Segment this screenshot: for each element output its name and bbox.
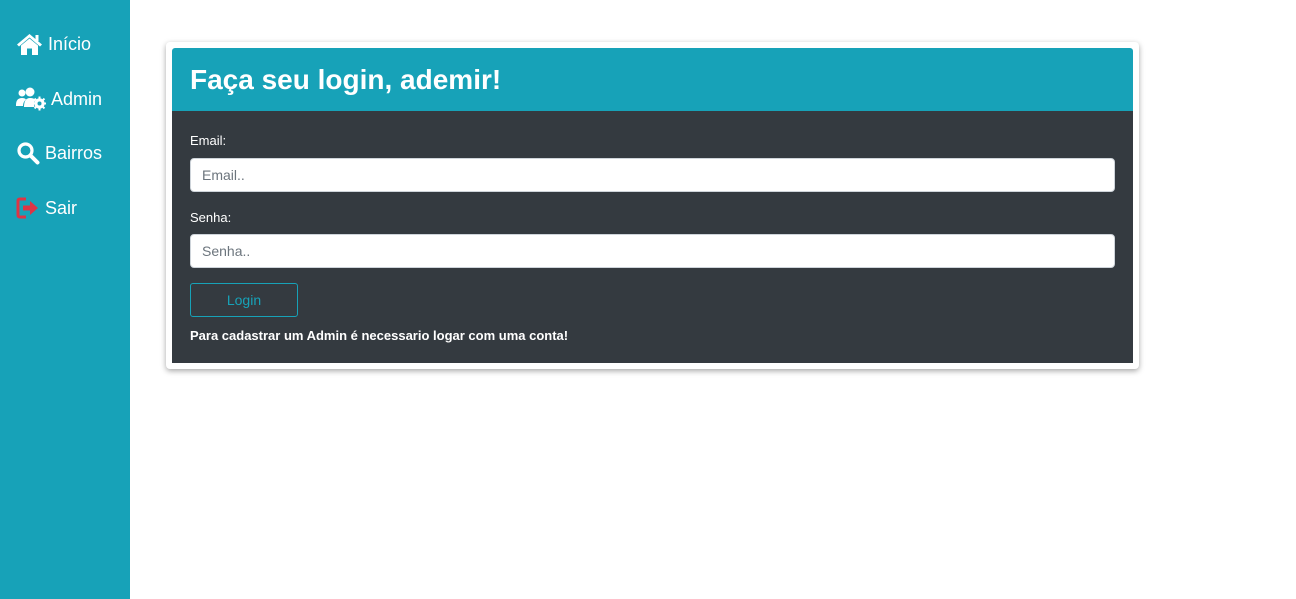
login-form: Email: Senha: Login Para cadastrar um Ad… bbox=[172, 111, 1133, 363]
email-label: Email: bbox=[190, 133, 227, 148]
users-cog-icon bbox=[16, 87, 46, 111]
sidebar-item-inicio[interactable]: Início bbox=[16, 32, 91, 56]
sidebar-item-label: Admin bbox=[51, 88, 103, 109]
sidebar-item-label: Início bbox=[48, 33, 92, 54]
sign-out-icon bbox=[16, 196, 40, 220]
page-title: Faça seu login, ademir! bbox=[190, 63, 502, 95]
search-icon bbox=[16, 141, 40, 165]
login-button[interactable]: Login bbox=[190, 283, 298, 317]
sidebar-item-admin[interactable]: Admin bbox=[16, 87, 102, 111]
email-input[interactable] bbox=[190, 158, 1115, 192]
senha-label: Senha: bbox=[190, 210, 232, 225]
sidebar-item-label: Sair bbox=[45, 197, 78, 218]
sidebar: Início Admin Bairros Sair bbox=[0, 0, 130, 599]
register-note: Para cadastrar um Admin é necessario log… bbox=[190, 328, 569, 343]
sidebar-item-sair[interactable]: Sair bbox=[16, 196, 77, 220]
login-header: Faça seu login, ademir! bbox=[172, 48, 1133, 111]
login-card: Faça seu login, ademir! Email: Senha: Lo… bbox=[166, 42, 1139, 369]
sidebar-item-label: Bairros bbox=[45, 142, 103, 163]
sidebar-item-bairros[interactable]: Bairros bbox=[16, 141, 102, 165]
home-icon bbox=[16, 32, 43, 56]
senha-input[interactable] bbox=[190, 234, 1115, 268]
